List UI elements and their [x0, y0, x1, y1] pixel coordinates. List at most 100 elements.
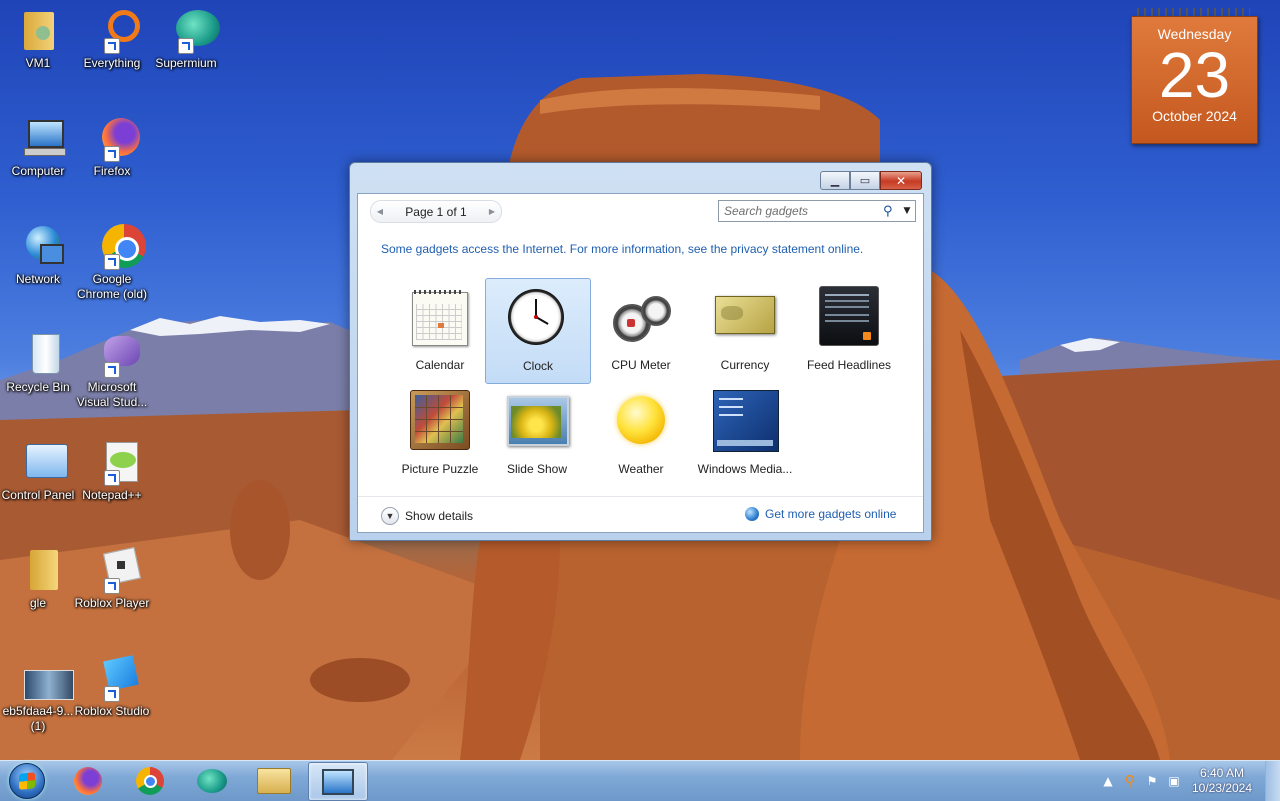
- action-center-flag-icon[interactable]: ⚑: [1141, 774, 1163, 788]
- privacy-info-link[interactable]: Some gadgets access the Internet. For mo…: [381, 242, 863, 256]
- close-button[interactable]: ✕: [880, 171, 922, 190]
- picture-puzzle-gadget-icon: [410, 390, 470, 452]
- search-box: ⚲ ▼: [718, 200, 916, 222]
- gadget-tile-cpu-meter[interactable]: CPU Meter: [589, 278, 693, 382]
- taskbar-file-explorer[interactable]: [245, 762, 303, 799]
- minimize-button[interactable]: ▁: [820, 171, 850, 190]
- calendar-day-number: 23: [1158, 39, 1231, 111]
- gadget-label: Clock: [522, 359, 553, 373]
- desktop-icon-everything[interactable]: Everything: [74, 6, 150, 71]
- desktop-icon-label: Control Panel: [1, 488, 75, 502]
- gadget-label: Slide Show: [506, 462, 568, 476]
- desktop-icon-recycle-bin[interactable]: Recycle Bin: [0, 330, 76, 395]
- desktop-icon-computer[interactable]: Computer: [0, 114, 76, 179]
- chrome-icon: [136, 766, 164, 795]
- firefox-icon: [88, 114, 140, 162]
- desktop-icon-label: VM1: [25, 56, 51, 70]
- network-tray-icon[interactable]: ▣: [1163, 774, 1185, 788]
- get-more-gadgets-label: Get more gadgets online: [765, 507, 897, 521]
- shortcut-arrow-icon: [104, 686, 120, 702]
- gadget-label: Windows Media...: [697, 462, 793, 476]
- desktop-icon-vm1[interactable]: VM1: [0, 6, 76, 71]
- desktop-icon-supermium[interactable]: Supermium: [148, 6, 224, 71]
- desktop-icon-label: Recycle Bin: [6, 380, 70, 394]
- desktop-icon-image-file[interactable]: eb5fdaa4-9... (1): [0, 654, 76, 734]
- shortcut-arrow-icon: [104, 578, 120, 594]
- supermium-browser-icon: [162, 6, 220, 54]
- gadget-tile-slide-show[interactable]: Slide Show: [485, 382, 589, 486]
- desktop-icon-label: Google Chrome (old): [76, 272, 148, 301]
- clock-date: 10/23/2024: [1191, 781, 1253, 795]
- control-panel-icon: [14, 438, 68, 486]
- system-tray: ▲ ⚲ ⚑ ▣ 6:40 AM 10/23/2024: [1097, 761, 1280, 801]
- desktop-icon-label: Notepad++: [82, 488, 142, 502]
- get-more-gadgets-link[interactable]: Get more gadgets online: [745, 507, 896, 521]
- next-page-icon[interactable]: ▶: [483, 207, 501, 216]
- folder-user-icon: [14, 6, 62, 54]
- desktop-icon-label: eb5fdaa4-9... (1): [2, 704, 74, 733]
- desktop-icon-gle[interactable]: gle: [0, 546, 76, 611]
- start-button[interactable]: [4, 762, 50, 800]
- taskbar-firefox[interactable]: [59, 762, 117, 799]
- chevron-down-icon[interactable]: ▼: [899, 206, 915, 216]
- desktop-icon-chrome[interactable]: Google Chrome (old): [74, 222, 150, 302]
- search-tray-icon[interactable]: ⚲: [1119, 772, 1141, 790]
- recycle-bin-icon: [14, 330, 62, 378]
- taskbar: ▲ ⚲ ⚑ ▣ 6:40 AM 10/23/2024: [0, 760, 1280, 801]
- search-input[interactable]: [719, 204, 883, 218]
- clock-time: 6:40 AM: [1199, 766, 1245, 780]
- desktop-icon-label: Roblox Player: [74, 596, 150, 610]
- taskbar-gadgets[interactable]: [308, 762, 368, 801]
- show-desktop-button[interactable]: [1265, 761, 1280, 801]
- taskbar-chrome[interactable]: [121, 762, 179, 799]
- search-icon[interactable]: ⚲: [883, 204, 899, 219]
- desktop-icon-control-panel[interactable]: Control Panel: [0, 438, 76, 503]
- minimize-icon: ▁: [830, 174, 840, 187]
- desktop-icon-visual-studio[interactable]: Microsoft Visual Stud...: [74, 330, 150, 410]
- desktop-icon-notepadpp[interactable]: Notepad++: [74, 438, 150, 503]
- shortcut-arrow-icon: [104, 470, 120, 486]
- calendar-gadget-icon: [410, 286, 470, 348]
- file-explorer-icon: [257, 767, 291, 794]
- desktop-icon-label: Computer: [11, 164, 65, 178]
- show-details-button[interactable]: ▼ Show details: [381, 507, 473, 525]
- chrome-icon: [88, 222, 146, 270]
- gadget-label: Calendar: [415, 358, 465, 372]
- taskbar-clock[interactable]: 6:40 AM 10/23/2024: [1185, 766, 1259, 796]
- everything-search-icon: [88, 6, 140, 54]
- close-icon: ✕: [895, 173, 907, 188]
- previous-page-icon[interactable]: ◀: [371, 207, 389, 216]
- gadget-label: Feed Headlines: [806, 358, 892, 372]
- page-navigator: ◀ Page 1 of 1 ▶: [370, 200, 502, 223]
- gadget-tile-feed-headlines[interactable]: Feed Headlines: [797, 278, 901, 382]
- notepadpp-icon: [88, 438, 138, 486]
- feed-headlines-gadget-icon: [819, 286, 879, 348]
- desktop-icon-label: Everything: [83, 56, 141, 70]
- gallery-footer: ▼ Show details Get more gadgets online: [358, 496, 923, 533]
- gadget-tile-windows-media[interactable]: Windows Media...: [693, 382, 797, 486]
- supermium-browser-icon: [197, 768, 227, 793]
- gadget-tile-weather[interactable]: Weather: [589, 382, 693, 486]
- roblox-studio-icon: [88, 654, 139, 702]
- gadget-tile-picture-puzzle[interactable]: Picture Puzzle: [388, 382, 492, 486]
- gadget-tile-calendar[interactable]: Calendar: [388, 278, 492, 382]
- globe-icon: [745, 507, 759, 521]
- restore-button[interactable]: ▭: [850, 171, 880, 190]
- gadget-label: CPU Meter: [611, 358, 671, 372]
- roblox-player-icon: [88, 546, 141, 594]
- desktop-icon-firefox[interactable]: Firefox: [74, 114, 150, 179]
- gadget-tile-currency[interactable]: Currency: [693, 278, 797, 382]
- taskbar-supermium[interactable]: [183, 762, 241, 799]
- shortcut-arrow-icon: [104, 362, 120, 378]
- calendar-gadget[interactable]: Wednesday 23 October 2024: [1131, 6, 1258, 144]
- show-hidden-icons-icon[interactable]: ▲: [1097, 774, 1119, 788]
- desktop-icon-roblox-studio[interactable]: Roblox Studio: [74, 654, 150, 719]
- clock-gadget-icon: [508, 287, 568, 349]
- desktop-icon-label: Microsoft Visual Stud...: [76, 380, 148, 409]
- desktop-icon-roblox-player[interactable]: Roblox Player: [74, 546, 150, 611]
- gadget-tile-clock[interactable]: Clock: [485, 278, 591, 384]
- shortcut-arrow-icon: [104, 254, 120, 270]
- cpu-meter-gadget-icon: [611, 286, 671, 348]
- desktop-icon-network[interactable]: Network: [0, 222, 76, 287]
- gadget-gallery-window: ▁ ▭ ✕ ◀ Page 1 of 1 ▶ ⚲ ▼ Some gadgets a…: [349, 162, 932, 541]
